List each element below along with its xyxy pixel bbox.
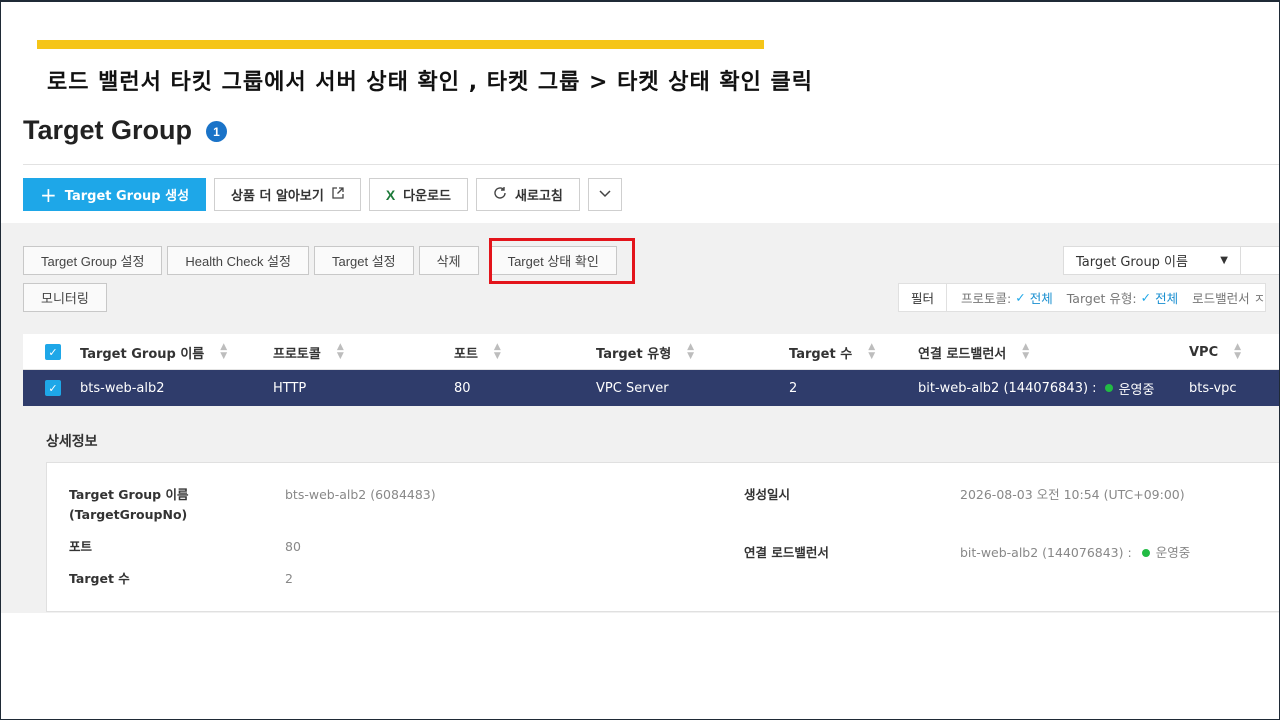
column-header-name[interactable]: Target Group 이름 ▲ ▼ bbox=[80, 334, 227, 370]
sort-icon: ▲ ▼ bbox=[868, 342, 876, 361]
protocol-filter-label: 프로토콜: bbox=[961, 291, 1012, 306]
column-label: Target Group 이름 bbox=[80, 346, 205, 362]
column-header-port[interactable]: 포트 ▲ ▼ bbox=[454, 334, 501, 370]
column-label: Target 유형 bbox=[596, 346, 672, 362]
title-divider bbox=[23, 164, 1280, 165]
refresh-label: 새로고침 bbox=[515, 189, 563, 204]
search-field-value: Target Group 이름 bbox=[1076, 255, 1188, 270]
sort-icon: ▲ ▼ bbox=[220, 342, 228, 361]
column-label: 연결 로드밸런서 bbox=[918, 346, 1007, 362]
column-label: 포트 bbox=[454, 346, 478, 362]
create-label: Target Group 생성 bbox=[64, 189, 190, 204]
more-dropdown-button[interactable] bbox=[587, 178, 622, 211]
learn-more-button[interactable]: 상품 더 알아보기 bbox=[214, 178, 361, 211]
lb-filter[interactable]: 로드밸런서 ㅈ bbox=[1178, 288, 1265, 307]
detail-port-label: 포트 bbox=[69, 539, 93, 554]
type-filter-label: Target 유형: bbox=[1066, 291, 1137, 306]
refresh-button[interactable]: 새로고침 bbox=[476, 178, 580, 211]
filter-button[interactable]: 필터 bbox=[899, 284, 948, 311]
select-all-checkbox[interactable]: ✓ bbox=[45, 334, 61, 370]
slide-accent-bar bbox=[37, 40, 764, 49]
detail-lb-status: 운영중 bbox=[1155, 545, 1191, 560]
column-label: VPC bbox=[1189, 344, 1219, 360]
console-screenshot: Target Group 1 + Target Group 생성 상품 더 알아… bbox=[0, 107, 1280, 613]
protocol-filter-value: 전체 bbox=[1029, 291, 1053, 306]
page-title: Target Group bbox=[23, 115, 193, 145]
external-link-icon bbox=[332, 186, 344, 203]
detail-lb-name: bit-web-alb2 (144076843) : bbox=[960, 545, 1132, 560]
detail-lb-value: bit-web-alb2 (144076843) : 운영중 bbox=[960, 543, 1190, 563]
cell-name: bts-web-alb2 bbox=[80, 380, 165, 396]
column-header-type[interactable]: Target 유형 ▲ ▼ bbox=[596, 334, 694, 370]
sort-icon: ▲ ▼ bbox=[336, 342, 344, 361]
sort-icon: ▲ ▼ bbox=[1234, 342, 1242, 361]
table-row[interactable]: ✓ bts-web-alb2 HTTP 80 VPC Server 2 bit-… bbox=[23, 370, 1280, 406]
search-field-select[interactable]: Target Group 이름 ▼ bbox=[1063, 246, 1241, 275]
detail-count-value: 2 bbox=[285, 571, 293, 586]
lb-name: bit-web-alb2 (144076843) : bbox=[918, 380, 1097, 396]
detail-created-label: 생성일시 bbox=[744, 487, 791, 502]
cell-vpc: bts-vpc bbox=[1189, 380, 1237, 396]
refresh-icon bbox=[493, 186, 507, 204]
chevron-down-icon bbox=[598, 186, 612, 204]
cell-protocol: HTTP bbox=[273, 380, 307, 396]
detail-title: 상세정보 bbox=[46, 434, 98, 450]
filter-bar: 필터 프로토콜: ✓ 전체 Target 유형: ✓ 전체 로드밸런서 ㅈ bbox=[898, 283, 1267, 312]
detail-created-value: 2026-08-03 오전 10:54 (UTC+09:00) bbox=[960, 487, 1185, 502]
column-header-lb[interactable]: 연결 로드밸런서 ▲ ▼ bbox=[918, 334, 1029, 370]
detail-name-label-main: Target Group 이름 bbox=[69, 487, 189, 502]
cell-lb: bit-web-alb2 (144076843) : 운영중 bbox=[918, 370, 1154, 406]
excel-icon: X bbox=[385, 186, 396, 203]
sort-icon: ▲ ▼ bbox=[493, 342, 501, 361]
learn-more-label: 상품 더 알아보기 bbox=[231, 189, 324, 204]
cell-port: 80 bbox=[454, 380, 471, 396]
check-icon: ✓ bbox=[1015, 290, 1026, 305]
detail-count-label: Target 수 bbox=[69, 571, 130, 586]
detail-panel: Target Group 이름 (TargetGroupNo) bts-web-… bbox=[46, 462, 1280, 612]
caret-down-icon: ▼ bbox=[1220, 255, 1228, 266]
detail-name-value: bts-web-alb2 (6084483) bbox=[285, 487, 436, 502]
download-button[interactable]: X 다운로드 bbox=[368, 178, 468, 211]
detail-name-label: Target Group 이름 (TargetGroupNo) bbox=[69, 485, 188, 525]
cell-count: 2 bbox=[789, 380, 798, 396]
content-area: Target Group 설정 Health Check 설정 Target 설… bbox=[0, 223, 1280, 613]
check-icon: ✓ bbox=[1140, 290, 1152, 305]
toolbar: + Target Group 생성 상품 더 알아보기 X 다운로드 새로고침 bbox=[23, 178, 622, 211]
plus-icon: + bbox=[40, 182, 57, 207]
search-input[interactable] bbox=[1240, 246, 1280, 275]
lb-filter-label: 로드밸런서 ㅈ bbox=[1192, 291, 1266, 306]
target-group-settings-button[interactable]: Target Group 설정 bbox=[23, 246, 163, 275]
count-badge: 1 bbox=[206, 121, 227, 142]
detail-port-value: 80 bbox=[285, 539, 301, 554]
table-header: ✓ Target Group 이름 ▲ ▼ 프로토콜 ▲ ▼ 포트 ▲ ▼ Target 유… bbox=[23, 334, 1280, 370]
slide-title: 로드 밸런서 타킷 그룹에서 서버 상태 확인 , 타켓 그룹 > 타켓 상태 … bbox=[47, 70, 813, 95]
detail-name-label-sub: (TargetGroupNo) bbox=[69, 507, 188, 522]
sort-icon: ▲ ▼ bbox=[1022, 342, 1030, 361]
row-checkbox[interactable]: ✓ bbox=[45, 370, 61, 406]
status-dot-icon bbox=[1104, 384, 1113, 392]
health-check-settings-button[interactable]: Health Check 설정 bbox=[167, 246, 309, 275]
checkbox-checked-icon: ✓ bbox=[45, 380, 61, 396]
column-header-count[interactable]: Target 수 ▲ ▼ bbox=[789, 334, 875, 370]
checkbox-checked-icon: ✓ bbox=[45, 344, 61, 360]
column-header-vpc[interactable]: VPC ▲ ▼ bbox=[1189, 334, 1241, 370]
download-label: 다운로드 bbox=[403, 189, 451, 204]
target-group-table: ✓ Target Group 이름 ▲ ▼ 프로토콜 ▲ ▼ 포트 ▲ ▼ Target 유… bbox=[23, 334, 1280, 406]
delete-button[interactable]: 삭제 bbox=[418, 246, 479, 275]
column-label: 프로토콜 bbox=[273, 346, 321, 362]
cell-type: VPC Server bbox=[596, 380, 669, 396]
target-settings-button[interactable]: Target 설정 bbox=[313, 246, 414, 275]
highlight-annotation bbox=[489, 238, 635, 284]
monitoring-button[interactable]: 모니터링 bbox=[23, 283, 107, 312]
column-label: Target 수 bbox=[789, 346, 853, 362]
sort-icon: ▲ ▼ bbox=[687, 342, 695, 361]
column-header-protocol[interactable]: 프로토콜 ▲ ▼ bbox=[273, 334, 344, 370]
type-filter[interactable]: Target 유형: ✓ 전체 bbox=[1053, 288, 1178, 307]
lb-status: 운영중 bbox=[1118, 382, 1155, 398]
detail-lb-label: 연결 로드밸런서 bbox=[744, 545, 829, 560]
status-dot-icon bbox=[1141, 549, 1150, 557]
create-target-group-button[interactable]: + Target Group 생성 bbox=[23, 178, 207, 211]
protocol-filter[interactable]: 프로토콜: ✓ 전체 bbox=[947, 288, 1053, 307]
type-filter-value: 전체 bbox=[1155, 291, 1179, 306]
